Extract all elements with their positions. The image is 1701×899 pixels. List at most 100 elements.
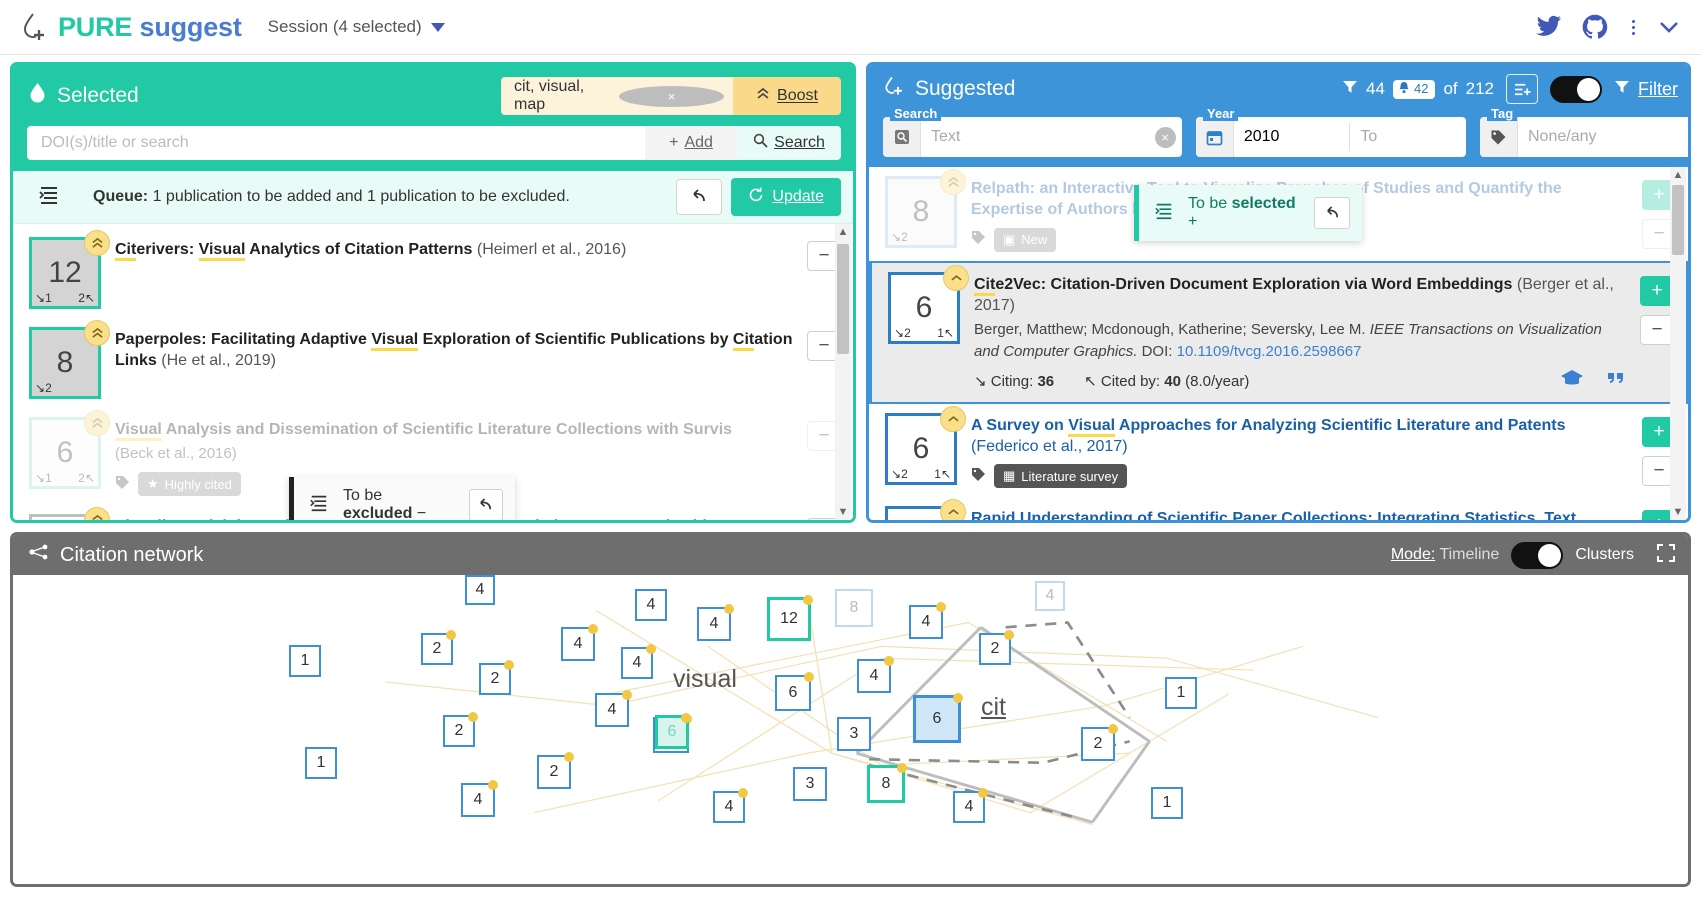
network-mode-toggle[interactable] bbox=[1511, 541, 1564, 569]
more-options-icon[interactable] bbox=[1628, 19, 1639, 35]
of-label: of bbox=[1443, 79, 1458, 98]
network-node[interactable]: 4 bbox=[635, 589, 667, 621]
github-icon[interactable] bbox=[1582, 14, 1608, 40]
scroll-up-arrow-icon[interactable]: ▲ bbox=[838, 224, 849, 240]
add-all-icon[interactable] bbox=[1506, 74, 1538, 104]
selected-list-scrollbar[interactable]: ▲ ▼ bbox=[835, 224, 851, 520]
network-node[interactable]: 4 bbox=[621, 644, 656, 679]
year-from-input[interactable] bbox=[1233, 117, 1350, 157]
remove-button[interactable]: − bbox=[1640, 314, 1674, 345]
score-value: 6 bbox=[56, 436, 74, 469]
search-label: Search bbox=[774, 134, 825, 151]
citing-stat: ↘ Citing: 36 bbox=[974, 372, 1055, 390]
network-node[interactable]: 4 bbox=[857, 656, 894, 693]
scroll-track[interactable] bbox=[1670, 183, 1686, 504]
network-node[interactable]: 2 bbox=[443, 712, 478, 747]
tag-chip[interactable]: ▦ Literature survey bbox=[994, 464, 1128, 489]
boost-terms-field[interactable]: cit, visual, map × bbox=[501, 77, 733, 115]
clear-search-icon[interactable]: × bbox=[1148, 117, 1182, 157]
quote-icon[interactable] bbox=[1606, 370, 1626, 392]
network-node[interactable]: 2 bbox=[421, 630, 456, 665]
network-node[interactable]: 1 bbox=[1165, 677, 1197, 709]
publication-title[interactable]: Visual Analysis and Dissemination of Sci… bbox=[115, 419, 793, 441]
list-item[interactable]: 6 ↘2 1↖ A Survey on Visual Approaches fo… bbox=[869, 404, 1688, 498]
suggested-search-input[interactable] bbox=[921, 117, 1148, 157]
excluded-callout: To be excluded − bbox=[289, 477, 515, 520]
scroll-track[interactable] bbox=[835, 240, 851, 504]
network-node[interactable]: 3 bbox=[793, 767, 827, 801]
tag-row: ▦ Literature survey bbox=[971, 464, 1628, 489]
search-button[interactable]: Search bbox=[737, 126, 841, 160]
brand-pure: PURE bbox=[58, 11, 133, 42]
network-node[interactable]: 1 bbox=[289, 645, 321, 677]
tag-chip[interactable]: ★ Highly cited bbox=[138, 472, 241, 497]
network-node[interactable]: 12 bbox=[767, 595, 813, 641]
network-node[interactable]: 8 bbox=[835, 589, 873, 627]
toggle-knob bbox=[1577, 77, 1600, 101]
network-node[interactable]: 4 bbox=[595, 690, 632, 727]
selected-publication-list[interactable]: 12 ↘1 2↖ Citerivers: Visual Analytics of… bbox=[13, 224, 853, 520]
doi-link[interactable]: 10.1109/tvcg.2016.2598667 bbox=[1177, 343, 1362, 360]
scroll-thumb[interactable] bbox=[837, 244, 849, 354]
network-node[interactable]: 3 bbox=[837, 717, 871, 751]
network-node[interactable]: 2 bbox=[979, 630, 1014, 665]
queue-list-icon bbox=[37, 184, 63, 210]
citing-count: ↘1 bbox=[35, 471, 52, 485]
scholar-icon[interactable] bbox=[1560, 369, 1584, 393]
publication-title[interactable]: Cite2Vec: Citation-Driven Document Explo… bbox=[974, 274, 1626, 317]
network-node[interactable]: 6 bbox=[913, 693, 963, 743]
network-node[interactable]: 2 bbox=[479, 660, 514, 695]
suggested-publication-list[interactable]: 8 ↘2 Relpath: an Interactive Tool to Vis… bbox=[869, 167, 1688, 520]
network-node[interactable]: 4 bbox=[697, 604, 734, 641]
add-button[interactable]: + bbox=[1640, 275, 1674, 306]
update-button[interactable]: Update bbox=[731, 178, 841, 216]
network-node[interactable]: 1 bbox=[305, 747, 337, 779]
list-item[interactable]: 6 Rapid Understanding of Scientific Pape… bbox=[869, 497, 1688, 520]
network-node[interactable]: 2 bbox=[1081, 724, 1118, 761]
list-item[interactable]: 8 ↘2 Paperpoles: Facilitating Adaptive V… bbox=[13, 318, 853, 408]
network-node[interactable]: 4 bbox=[713, 788, 748, 823]
add-button[interactable]: + Add bbox=[645, 126, 737, 160]
network-node[interactable]: 4 bbox=[465, 575, 495, 605]
network-node[interactable]: 4 bbox=[461, 780, 498, 817]
network-node[interactable]: 4 bbox=[953, 788, 988, 823]
clear-boost-icon[interactable]: × bbox=[619, 85, 724, 107]
scroll-down-arrow-icon[interactable]: ▼ bbox=[1673, 504, 1684, 520]
filter-button[interactable]: Filter bbox=[1614, 79, 1678, 100]
list-item[interactable]: 12 ↘1 2↖ Citerivers: Visual Analytics of… bbox=[13, 228, 853, 318]
score-box: 8 ↘2 bbox=[29, 320, 110, 399]
network-node[interactable]: 8 bbox=[867, 763, 907, 803]
network-node[interactable]: 1 bbox=[1151, 787, 1183, 819]
publication-title[interactable]: Rapid Understanding of Scientific Paper … bbox=[971, 508, 1628, 520]
publication-title[interactable]: A Survey on Visual Approaches for Analyz… bbox=[971, 415, 1628, 458]
boost-button[interactable]: Boost bbox=[733, 77, 841, 115]
network-node[interactable]: 6 bbox=[655, 713, 691, 749]
publication-title[interactable]: Citerivers: Visual Analytics of Citation… bbox=[115, 239, 793, 261]
boost-badge-icon bbox=[84, 507, 110, 520]
tag-input[interactable] bbox=[1518, 117, 1688, 157]
twitter-icon[interactable] bbox=[1536, 15, 1562, 39]
scroll-up-arrow-icon[interactable]: ▲ bbox=[1673, 167, 1684, 183]
chevron-down-icon[interactable] bbox=[1659, 20, 1679, 34]
scroll-thumb[interactable] bbox=[1672, 185, 1684, 255]
network-node[interactable]: 6 bbox=[775, 672, 814, 711]
tag-chip[interactable]: ▣ New bbox=[994, 227, 1057, 252]
score-box: 12 ↘1 2↖ bbox=[29, 230, 110, 309]
network-node[interactable]: 4 bbox=[561, 624, 598, 661]
callout-undo-button[interactable] bbox=[1314, 197, 1350, 229]
callout-undo-button[interactable] bbox=[468, 489, 503, 520]
queue-undo-button[interactable] bbox=[676, 179, 723, 215]
publication-title[interactable]: Paperpoles: Facilitating Adaptive Visual… bbox=[115, 329, 793, 372]
network-node[interactable]: 2 bbox=[537, 752, 574, 789]
expand-icon[interactable] bbox=[1656, 543, 1676, 567]
suggested-list-scrollbar[interactable]: ▲ ▼ bbox=[1670, 167, 1686, 520]
session-selector[interactable]: Session (4 selected) bbox=[268, 17, 445, 37]
scroll-down-arrow-icon[interactable]: ▼ bbox=[838, 504, 849, 520]
list-item[interactable]: 6 ↘2 1↖ Cite2Vec: Citation-Driven Docume… bbox=[869, 260, 1688, 404]
network-node[interactable]: 4 bbox=[909, 602, 946, 639]
network-canvas[interactable]: visual cit 44441284242421644612636212384… bbox=[13, 575, 1688, 884]
year-to-input[interactable] bbox=[1350, 117, 1466, 157]
suggested-view-toggle[interactable] bbox=[1550, 75, 1602, 103]
network-node[interactable]: 4 bbox=[1035, 581, 1065, 611]
selected-search-input[interactable] bbox=[27, 126, 645, 160]
